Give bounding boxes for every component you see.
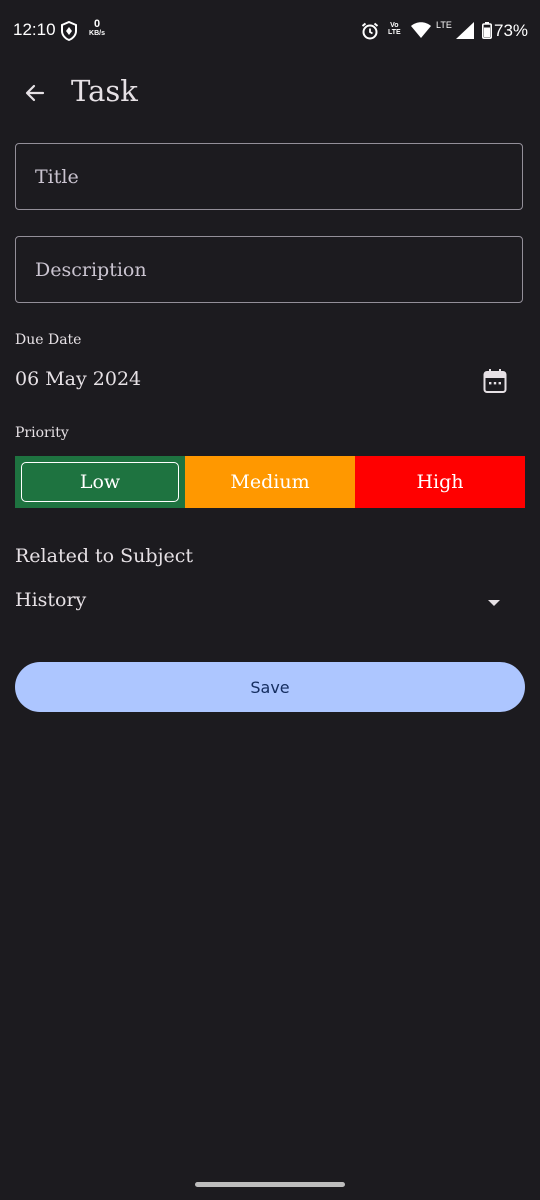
priority-medium-button[interactable]: Medium (185, 456, 355, 508)
shield-icon (61, 21, 77, 41)
save-button[interactable]: Save (15, 662, 525, 712)
network-speed: 0 KB/s (86, 18, 108, 38)
signal-icon (456, 22, 474, 39)
description-input[interactable] (16, 237, 522, 302)
calendar-button[interactable] (478, 364, 512, 398)
volte-line1: Vo (390, 22, 399, 29)
related-subject-label: Related to Subject (15, 545, 193, 567)
priority-selector: Low Medium High (15, 456, 525, 508)
lte-label: LTE (436, 20, 452, 30)
priority-high-button[interactable]: High (355, 456, 525, 508)
battery-percent: 73% (494, 21, 529, 40)
app-bar: Task (0, 62, 540, 126)
subject-value: History (15, 589, 87, 611)
status-bar: 12:10 0 KB/s Vo LTE LTE 73% (0, 0, 540, 62)
priority-low-button[interactable]: Low (15, 456, 185, 508)
description-field[interactable] (15, 236, 523, 303)
arrow-drop-down-icon (488, 600, 500, 606)
subject-dropdown[interactable]: History (15, 584, 523, 624)
page-title: Task (71, 74, 138, 108)
battery-icon (482, 22, 492, 39)
network-speed-value: 0 (93, 18, 101, 30)
volte-line2: LTE (388, 29, 401, 37)
arrow-back-icon (25, 84, 45, 102)
status-time: 12:10 (13, 20, 56, 39)
home-indicator[interactable] (195, 1182, 345, 1187)
back-button[interactable] (18, 76, 52, 110)
priority-label: Priority (15, 425, 69, 441)
title-field[interactable] (15, 143, 523, 210)
alarm-icon (361, 22, 379, 40)
priority-high-label: High (416, 471, 464, 493)
priority-medium-label: Medium (230, 471, 310, 493)
network-speed-unit: KB/s (89, 30, 105, 37)
title-input[interactable] (16, 144, 522, 209)
due-date-value[interactable]: 06 May 2024 (15, 368, 141, 390)
wifi-icon (411, 22, 431, 38)
due-date-label: Due Date (15, 332, 82, 348)
calendar-icon (483, 369, 507, 393)
volte-indicator: Vo LTE (388, 22, 401, 37)
priority-low-label: Low (79, 471, 121, 493)
